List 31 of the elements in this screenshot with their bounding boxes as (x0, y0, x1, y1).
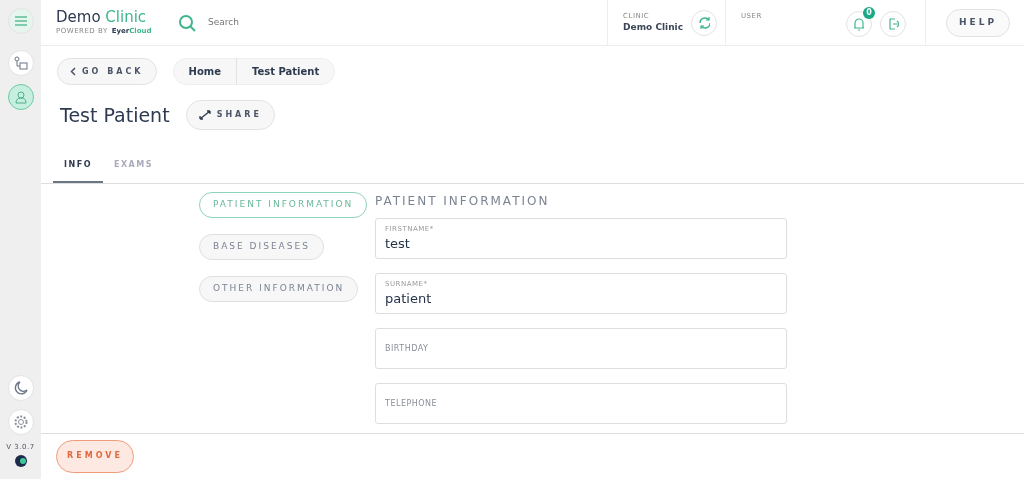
refresh-icon (698, 15, 710, 30)
settings-button[interactable] (7, 408, 34, 435)
tree-icon (13, 56, 28, 70)
back-button[interactable]: GO BACK (57, 58, 157, 85)
search-icon (178, 13, 196, 32)
person-icon (13, 90, 28, 104)
logout-icon (887, 16, 899, 31)
page-title: Test Patient (60, 102, 170, 128)
breadcrumb-link[interactable]: Test Patient (235, 58, 335, 85)
breadcrumb-link[interactable]: Home (173, 64, 236, 79)
refresh-button[interactable] (691, 9, 717, 36)
section-button[interactable]: OTHER INFORMATION (199, 276, 359, 302)
notification-count: 0 (863, 6, 875, 19)
app-title: Demo Clinic (56, 9, 148, 26)
sidebar-item[interactable] (7, 84, 34, 110)
menu-button[interactable] (7, 8, 34, 34)
chevron-left-icon (70, 67, 76, 76)
help-button[interactable]: HELP (946, 8, 1010, 37)
expand-icon (198, 110, 211, 120)
logout-button[interactable] (880, 10, 906, 37)
clinic-name: Demo Clinic (623, 21, 683, 34)
moon-icon (12, 379, 29, 396)
bell-icon (853, 16, 865, 31)
section-button[interactable]: BASE DISEASES (199, 234, 324, 260)
settings-icon (12, 413, 29, 430)
menu-icon (13, 16, 28, 26)
share-button[interactable]: SHARE (185, 100, 275, 130)
dark-mode-button[interactable] (7, 374, 34, 401)
logo-icon (14, 455, 27, 467)
section-heading: PATIENT INFORMATION (375, 193, 551, 210)
tab[interactable]: INFO (53, 147, 103, 183)
